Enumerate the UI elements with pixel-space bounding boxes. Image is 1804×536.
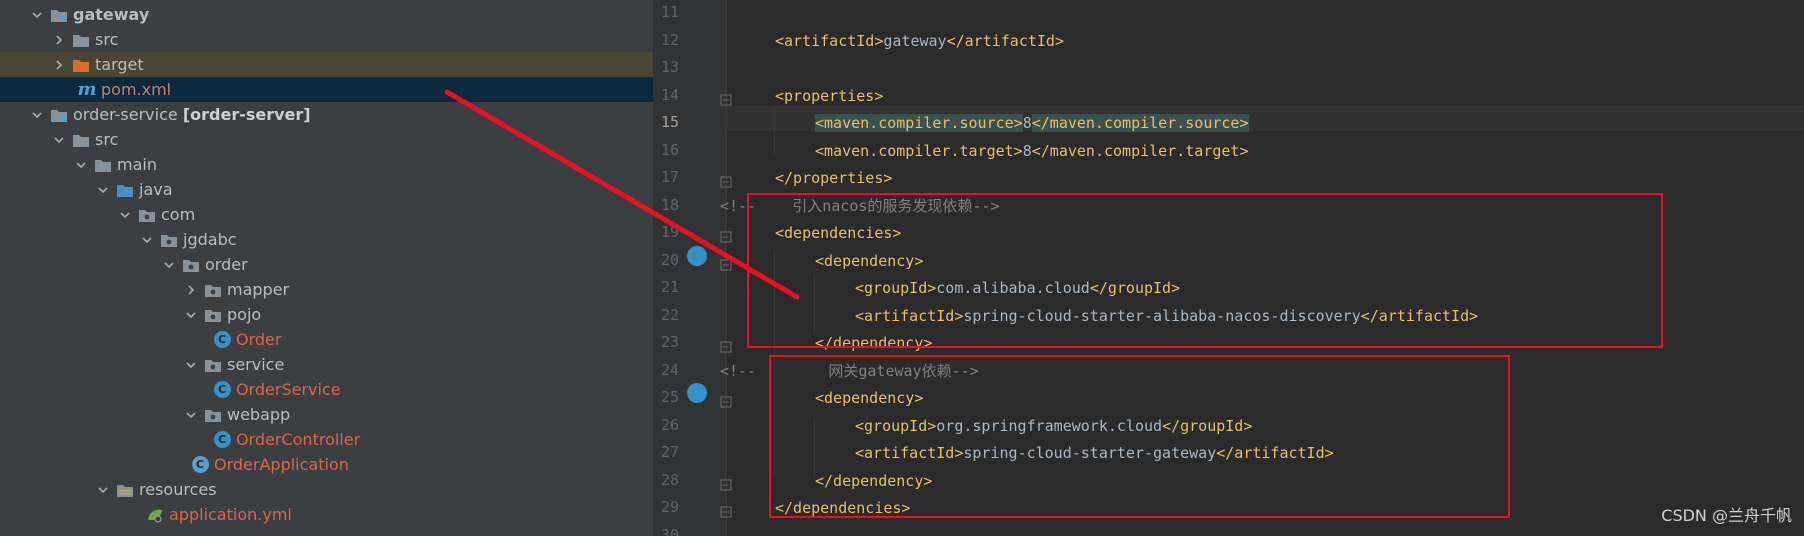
annotation-arrow <box>444 89 800 300</box>
